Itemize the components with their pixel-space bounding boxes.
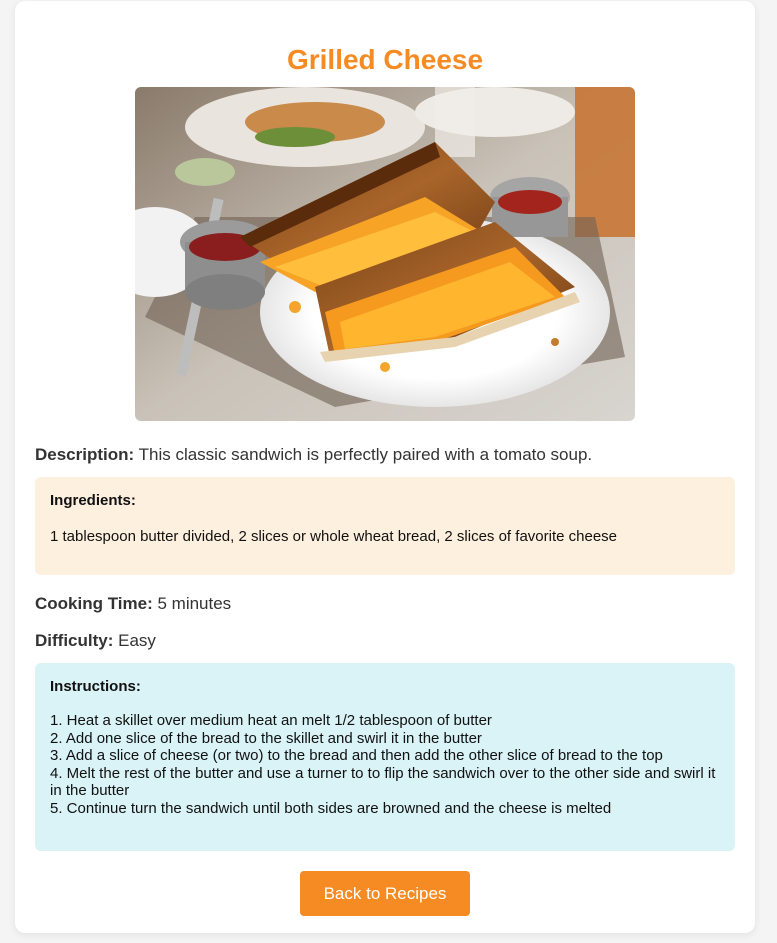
cooking-time: Cooking Time: 5 minutes [35, 593, 735, 615]
description-label: Description: [35, 445, 135, 464]
cooking-time-value: 5 minutes [157, 594, 232, 613]
ingredients-heading: Ingredients: [50, 492, 136, 509]
instruction-step: 1. Heat a skillet over medium heat an me… [50, 712, 492, 729]
back-to-recipes-button[interactable]: Back to Recipes [300, 871, 470, 916]
instructions-section: Instructions: 1. Heat a skillet over med… [35, 663, 735, 851]
cooking-time-label: Cooking Time: [35, 594, 153, 613]
instruction-step: 4. Melt the rest of the butter and use a… [50, 764, 716, 800]
difficulty: Difficulty: Easy [35, 630, 735, 652]
recipe-card: Grilled Cheese Description: This classic… [15, 1, 755, 933]
instruction-step: 2. Add one slice of the bread to the ski… [50, 729, 482, 747]
difficulty-label: Difficulty: [35, 631, 114, 650]
instructions-heading: Instructions: [50, 678, 141, 695]
actions: Back to Recipes [35, 871, 735, 916]
instruction-step: 3. Add a slice of cheese (or two) to the… [50, 747, 663, 764]
instructions-list: 1. Heat a skillet over medium heat an me… [50, 712, 720, 817]
recipe-description: Description: This classic sandwich is pe… [35, 444, 735, 466]
ingredients-section: Ingredients: 1 tablespoon butter divided… [35, 477, 735, 575]
recipe-photo [135, 87, 635, 421]
ingredients-text: 1 tablespoon butter divided, 2 slices or… [50, 528, 617, 545]
difficulty-value: Easy [118, 631, 156, 650]
description-text: This classic sandwich is perfectly paire… [138, 445, 593, 464]
instruction-step: 5. Continue turn the sandwich until both… [50, 799, 612, 817]
page-title: Grilled Cheese [286, 44, 484, 75]
